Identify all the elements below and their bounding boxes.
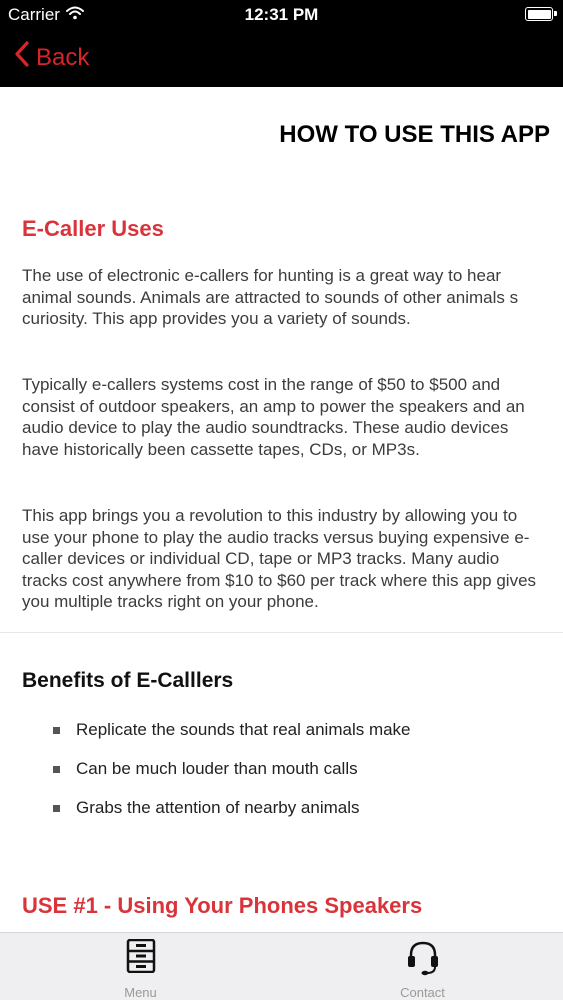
chevron-left-icon	[14, 40, 30, 75]
navigation-bar: Back	[0, 30, 563, 87]
benefit-item: Grabs the attention of nearby animals	[53, 798, 360, 818]
section-heading-use-1: USE #1 - Using Your Phones Speakers	[22, 893, 423, 918]
content-scroll-area[interactable]: HOW TO USE THIS APP E-Caller Uses The us…	[0, 87, 563, 932]
section-divider	[0, 632, 563, 633]
bullet-icon	[53, 765, 60, 773]
battery-icon	[525, 7, 557, 21]
paragraph-revolution: This app brings you a revolution to this…	[22, 506, 537, 611]
section-heading-benefits: Benefits of E-Calllers	[22, 669, 234, 692]
cabinet-icon	[126, 938, 156, 978]
page-title: HOW TO USE THIS APP	[279, 121, 550, 148]
benefit-item: Can be much louder than mouth calls	[53, 759, 358, 779]
back-label: Back	[36, 43, 90, 71]
bullet-icon	[53, 726, 60, 734]
headset-icon	[405, 939, 441, 982]
benefit-text: Grabs the attention of nearby animals	[76, 798, 360, 817]
status-time: 12:31 PM	[244, 5, 319, 24]
back-button[interactable]: Back	[14, 40, 89, 75]
status-bar: Carrier 12:31 PM	[0, 0, 563, 30]
tab-contact-label: Contact	[400, 985, 445, 1000]
benefit-text: Replicate the sounds that real animals m…	[76, 720, 411, 739]
benefit-item: Replicate the sounds that real animals m…	[53, 720, 411, 740]
tab-menu[interactable]: Menu	[0, 933, 281, 1001]
section-heading-ecaller-uses: E-Caller Uses	[22, 216, 164, 241]
benefit-text: Can be much louder than mouth calls	[76, 759, 358, 778]
tab-bar: Menu Contact	[0, 932, 563, 1000]
tab-contact[interactable]: Contact	[282, 933, 563, 1001]
paragraph-cost: Typically e-callers systems cost in the …	[22, 375, 525, 459]
bullet-icon	[53, 804, 60, 812]
tab-menu-label: Menu	[124, 985, 157, 1000]
paragraph-intro: The use of electronic e-callers for hunt…	[22, 266, 519, 328]
